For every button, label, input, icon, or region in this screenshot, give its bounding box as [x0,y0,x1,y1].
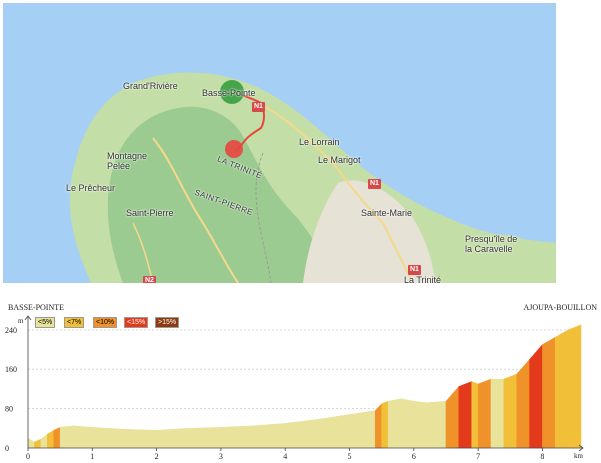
profile-segment [490,378,505,449]
profile-segment [156,428,190,449]
profile-segment [387,398,402,449]
profile-segment [471,381,479,449]
profile-segment [381,400,389,449]
profile-segment [53,426,61,449]
profile-segment [477,378,492,449]
profile-segment [27,437,35,449]
profile-segment [252,423,286,449]
x-tick-label: 3 [219,452,223,461]
profile-segment [40,433,48,449]
profile-segment [503,373,517,449]
x-tick-label: 5 [348,452,352,461]
profile-segment [317,414,350,449]
profile-segment [349,410,376,449]
profile-segment [92,427,125,449]
profile-segment [529,343,543,449]
y-unit-label: m [18,317,24,325]
elevation-profile-chart: 0 80 160 240m km 0 1 2 3 4 5 6 7 8 [5,315,584,461]
profile-segment [567,324,582,449]
profile-segment [284,419,318,449]
y-tick-label: 0 [5,444,9,453]
x-tick-label: 8 [540,452,544,461]
y-tick-label: 160 [5,365,17,374]
profile-segment [124,429,157,449]
profile-segment [47,429,54,449]
profile-segment [555,329,569,449]
profile-segment [220,425,254,449]
y-tick-label: 240 [5,326,17,335]
profile-segment [426,400,447,449]
profile-segment [59,425,74,449]
profile-segment [374,403,382,449]
x-tick-label: 2 [155,452,159,461]
x-tick-label: 1 [90,452,94,461]
profile-segment [188,427,222,449]
profile-segment [458,381,472,449]
y-tick-label: 80 [5,405,13,414]
x-unit-label: km [574,452,584,460]
profile-segment [400,398,415,449]
profile-segment [542,336,556,449]
profile-segment [34,438,42,449]
x-tick-label: 6 [412,452,416,461]
x-tick-label: 0 [26,452,30,461]
profile-segment [516,358,530,449]
x-tick-label: 7 [476,452,480,461]
profile-segment [413,400,427,449]
profile-segment [445,385,460,449]
x-tick-label: 4 [283,452,287,461]
profile-segment [72,425,93,449]
